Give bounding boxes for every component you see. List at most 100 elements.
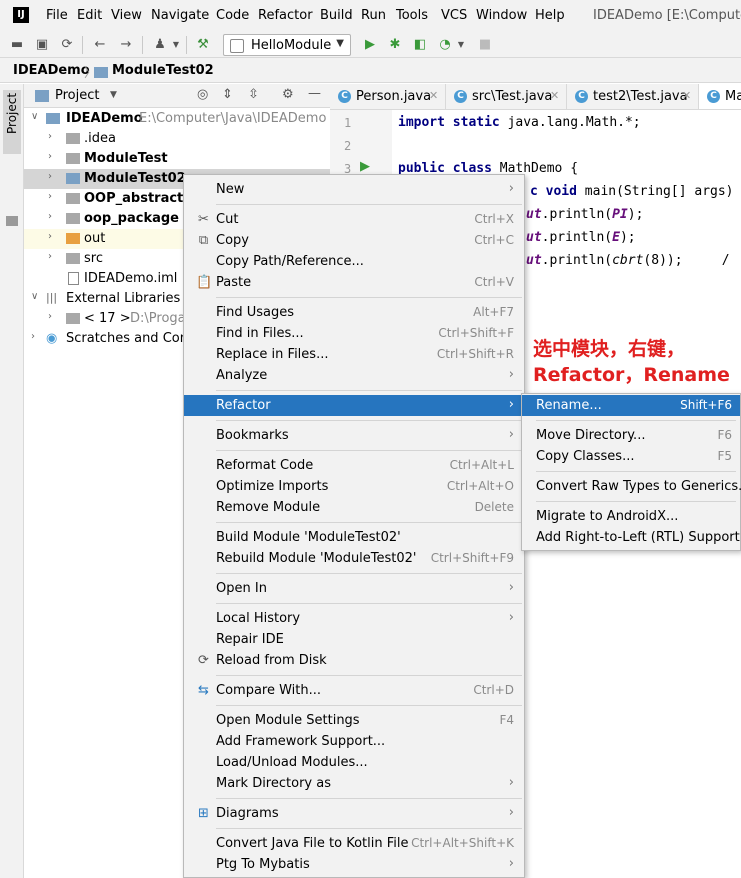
chevron-right-icon: › (508, 856, 514, 871)
sync-icon[interactable]: ⟳ (59, 37, 75, 53)
menu-item-repair-ide[interactable]: Repair IDE (184, 629, 524, 650)
open-folder-icon[interactable]: ▬ (9, 37, 25, 53)
menu-item-add-framework-support[interactable]: Add Framework Support... (184, 731, 524, 752)
structure-icon[interactable] (6, 216, 18, 226)
run-configuration-select[interactable]: HelloModule ▼ (223, 34, 351, 56)
tree-item-label: ModuleTest (84, 151, 168, 166)
save-icon[interactable]: ▣ (34, 37, 50, 53)
chevron-right-icon[interactable]: › (48, 211, 52, 222)
diagram-icon: ⊞ (198, 806, 209, 821)
stop-icon[interactable]: ■ (477, 37, 493, 53)
tree-item-idea[interactable]: › .idea (24, 129, 330, 149)
menu-item-paste[interactable]: 📋 Paste Ctrl+V (184, 272, 524, 293)
menu-vcs[interactable]: VCS (441, 8, 467, 23)
build-hammer-icon[interactable]: ⚒ (195, 37, 211, 53)
user-dropdown-icon[interactable]: ▼ (168, 37, 184, 53)
chevron-right-icon[interactable]: › (48, 131, 52, 142)
close-icon[interactable]: ✕ (429, 89, 438, 102)
chevron-right-icon[interactable]: › (31, 331, 35, 342)
menu-item-migrate-androidx[interactable]: Migrate to AndroidX... (522, 506, 740, 527)
chevron-right-icon[interactable]: › (48, 191, 52, 202)
chevron-down-icon[interactable]: ∨ (31, 111, 38, 122)
menu-item-remove-module[interactable]: Remove Module Delete (184, 497, 524, 518)
back-icon[interactable]: ← (92, 37, 108, 53)
menu-help[interactable]: Help (535, 8, 565, 23)
menu-item-diagrams[interactable]: ⊞ Diagrams › (184, 803, 524, 824)
menu-item-bookmarks[interactable]: Bookmarks › (184, 425, 524, 446)
tab-test2-test-java[interactable]: C test2\Test.java ✕ (567, 84, 699, 109)
menu-item-copy-classes[interactable]: Copy Classes... F5 (522, 446, 740, 467)
tab-mathdemo[interactable]: C Ma (699, 84, 741, 109)
menu-item-ptg-to-mybatis[interactable]: Ptg To Mybatis › (184, 854, 524, 875)
menu-build[interactable]: Build (320, 8, 353, 23)
project-view-title[interactable]: Project (55, 88, 99, 103)
breadcrumb-module[interactable]: ModuleTest02 (112, 63, 214, 78)
gear-icon[interactable]: ⚙ (282, 87, 294, 102)
menu-item-analyze[interactable]: Analyze › (184, 365, 524, 386)
chevron-down-icon[interactable]: ▼ (110, 90, 117, 100)
menu-item-replace-in-files[interactable]: Replace in Files... Ctrl+Shift+R (184, 344, 524, 365)
menu-item-rename[interactable]: Rename... Shift+F6 (522, 395, 740, 416)
menu-code[interactable]: Code (216, 8, 249, 23)
menu-tools[interactable]: Tools (396, 8, 428, 23)
menu-window[interactable]: Window (476, 8, 527, 23)
menu-item-mark-directory-as[interactable]: Mark Directory as › (184, 773, 524, 794)
menu-item-add-rtl-support[interactable]: Add Right-to-Left (RTL) Support... (522, 527, 741, 548)
menu-item-build-module[interactable]: Build Module 'ModuleTest02' (184, 527, 524, 548)
menu-item-new[interactable]: New › (184, 179, 524, 200)
user-icon[interactable]: ♟ (152, 37, 168, 53)
profile-icon[interactable]: ◔ (437, 37, 453, 53)
menu-item-refactor[interactable]: Refactor › (184, 395, 524, 416)
coverage-icon[interactable]: ◧ (412, 37, 428, 53)
tree-item-root[interactable]: ∨ IDEADemo E:\Computer\Java\IDEADemo (24, 109, 330, 129)
locate-icon[interactable]: ◎ (197, 87, 208, 102)
chevron-right-icon[interactable]: › (48, 231, 52, 242)
tab-src-test-java[interactable]: C src\Test.java ✕ (446, 84, 567, 109)
menu-item-optimize-imports[interactable]: Optimize Imports Ctrl+Alt+O (184, 476, 524, 497)
menu-view[interactable]: View (111, 8, 142, 23)
chevron-right-icon[interactable]: › (48, 251, 52, 262)
menu-edit[interactable]: Edit (77, 8, 102, 23)
expand-all-icon[interactable]: ⇕ (222, 87, 233, 102)
menu-item-rebuild-module[interactable]: Rebuild Module 'ModuleTest02' Ctrl+Shift+… (184, 548, 524, 569)
tree-item-moduletest[interactable]: › ModuleTest (24, 149, 330, 169)
menu-item-local-history[interactable]: Local History › (184, 608, 524, 629)
close-icon[interactable]: ✕ (550, 89, 559, 102)
menu-run[interactable]: Run (361, 8, 386, 23)
close-icon[interactable]: ✕ (682, 89, 691, 102)
breadcrumb-project[interactable]: IDEADemo (13, 63, 90, 78)
menu-item-compare-with[interactable]: ⇆ Compare With... Ctrl+D (184, 680, 524, 701)
hide-icon[interactable]: — (308, 86, 321, 101)
menu-item-load-unload-modules[interactable]: Load/Unload Modules... (184, 752, 524, 773)
menu-item-copy[interactable]: ⧉ Copy Ctrl+C (184, 230, 524, 251)
forward-icon[interactable]: → (118, 37, 134, 53)
menu-item-copy-path[interactable]: Copy Path/Reference... (184, 251, 524, 272)
menu-item-convert-raw-types[interactable]: Convert Raw Types to Generics... (522, 476, 741, 497)
menu-item-find-usages[interactable]: Find Usages Alt+F7 (184, 302, 524, 323)
run-icon[interactable]: ▶ (362, 37, 378, 53)
menu-item-reload-from-disk[interactable]: ⟳ Reload from Disk (184, 650, 524, 671)
compare-icon: ⇆ (198, 683, 209, 698)
menu-item-cut[interactable]: ✂ Cut Ctrl+X (184, 209, 524, 230)
run-gutter-icon[interactable]: ▶ (360, 159, 370, 174)
project-tool-tab[interactable]: Project (3, 90, 21, 154)
menu-item-move-directory[interactable]: Move Directory... F6 (522, 425, 740, 446)
menu-item-convert-to-kotlin[interactable]: Convert Java File to Kotlin File Ctrl+Alt… (184, 833, 524, 854)
chevron-down-icon[interactable]: ∨ (31, 291, 38, 302)
menu-refactor[interactable]: Refactor (258, 8, 313, 23)
tree-item-label: oop_package (84, 211, 179, 226)
more-run-dropdown-icon[interactable]: ▼ (453, 37, 469, 53)
chevron-right-icon[interactable]: › (48, 171, 52, 182)
menu-item-reformat-code[interactable]: Reformat Code Ctrl+Alt+L (184, 455, 524, 476)
tree-item-label: IDEADemo (66, 111, 143, 126)
tab-person-java[interactable]: C Person.java ✕ (330, 84, 446, 109)
menu-item-open-module-settings[interactable]: Open Module Settings F4 (184, 710, 524, 731)
menu-navigate[interactable]: Navigate (151, 8, 209, 23)
menu-item-open-in[interactable]: Open In › (184, 578, 524, 599)
collapse-all-icon[interactable]: ⇳ (248, 87, 259, 102)
menu-file[interactable]: File (46, 8, 68, 23)
chevron-right-icon[interactable]: › (48, 311, 52, 322)
debug-icon[interactable]: ✱ (387, 37, 403, 53)
menu-item-find-in-files[interactable]: Find in Files... Ctrl+Shift+F (184, 323, 524, 344)
chevron-right-icon[interactable]: › (48, 151, 52, 162)
